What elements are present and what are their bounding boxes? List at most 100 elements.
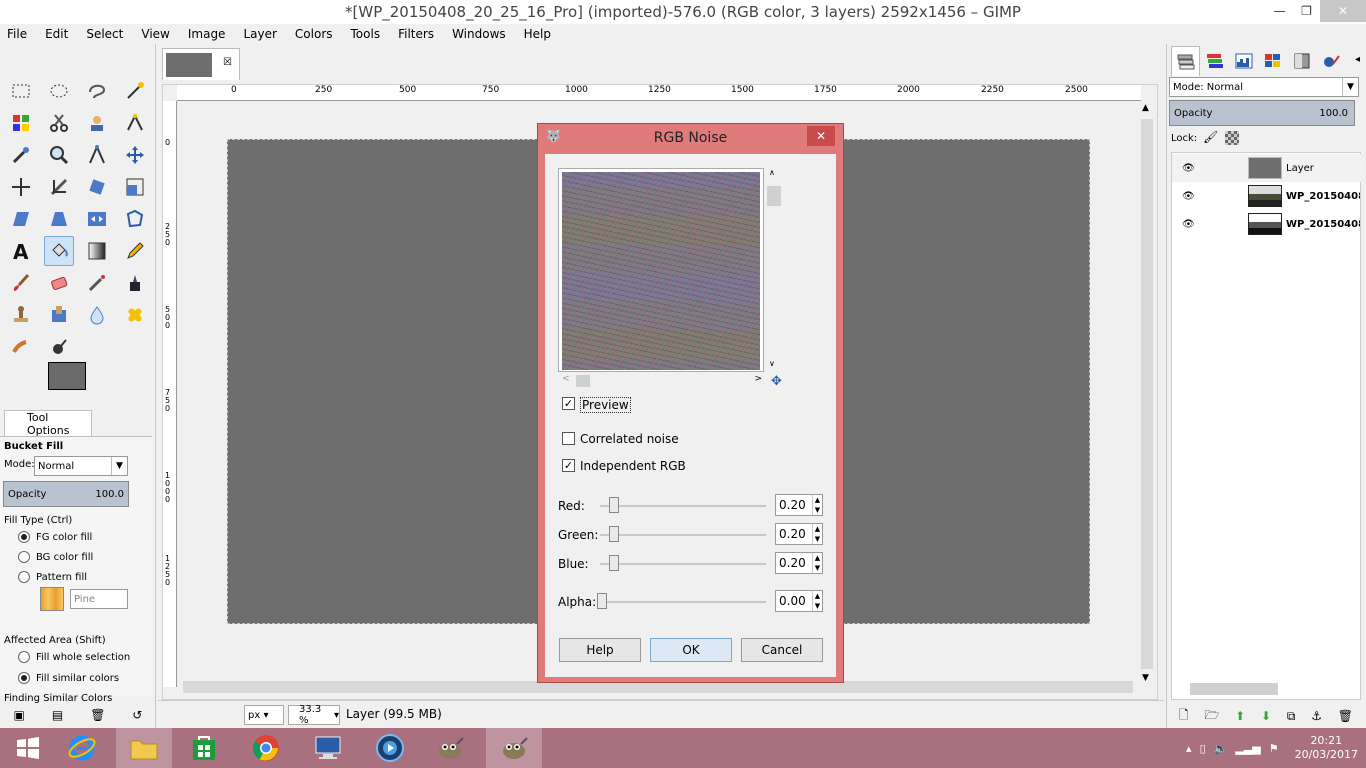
zoom-combo[interactable]: 33.3 % ▾ bbox=[288, 704, 340, 726]
correlated-noise-checkbox[interactable] bbox=[562, 432, 575, 445]
fuzzy-select-tool[interactable] bbox=[120, 76, 150, 106]
layers-hscroll[interactable] bbox=[1190, 683, 1278, 695]
vertical-ruler[interactable]: 0 250 500 750 1000 1250 bbox=[163, 101, 177, 687]
scissors-select-tool[interactable] bbox=[44, 108, 74, 138]
menu-windows[interactable]: Windows bbox=[449, 27, 509, 41]
tab-histogram[interactable] bbox=[1229, 46, 1258, 76]
maximize-button[interactable]: ❐ bbox=[1293, 0, 1320, 22]
ink-tool[interactable] bbox=[120, 268, 150, 298]
preview-area[interactable] bbox=[558, 168, 764, 372]
opacity-slider[interactable]: Opacity 100.0 bbox=[3, 481, 129, 507]
clock[interactable]: 20:21 20/03/2017 bbox=[1295, 734, 1358, 762]
taskbar-remote-desktop[interactable] bbox=[300, 728, 356, 768]
select-by-color-tool[interactable] bbox=[6, 108, 36, 138]
delete-layer-icon[interactable]: 🗑 bbox=[1338, 709, 1353, 723]
spin-arrows-icon[interactable]: ▲ ▼ bbox=[812, 553, 822, 573]
fill-fg-radio[interactable] bbox=[18, 531, 30, 543]
dialog-close-button[interactable]: ✕ bbox=[807, 126, 835, 146]
close-tab-icon[interactable]: ☒ bbox=[223, 57, 232, 68]
fg-bg-colors[interactable] bbox=[48, 362, 104, 408]
blend-tool[interactable] bbox=[82, 236, 112, 266]
mode-combo[interactable]: Normal ▼ bbox=[34, 456, 128, 476]
blur-tool[interactable] bbox=[82, 300, 112, 330]
fill-pattern-radio[interactable] bbox=[18, 571, 30, 583]
green-slider-thumb[interactable] bbox=[608, 526, 619, 542]
paintbrush-tool[interactable] bbox=[6, 268, 36, 298]
close-button[interactable]: ✕ bbox=[1320, 0, 1366, 22]
foreground-select-tool[interactable] bbox=[82, 108, 112, 138]
volume-icon[interactable]: 🔈 bbox=[1214, 742, 1228, 755]
fill-bg-radio[interactable] bbox=[18, 551, 30, 563]
free-select-tool[interactable] bbox=[82, 76, 112, 106]
horizontal-ruler[interactable]: 0 250 500 750 1000 1250 1500 1750 2000 2… bbox=[177, 85, 1141, 101]
cancel-button[interactable]: Cancel bbox=[741, 638, 823, 662]
layer-row[interactable]: 👁 WP_20150408_2 bbox=[1172, 210, 1362, 238]
ok-button[interactable]: OK bbox=[650, 638, 732, 662]
restore-options-icon[interactable]: ▤ bbox=[52, 708, 63, 722]
bucket-fill-tool[interactable] bbox=[44, 236, 74, 266]
lock-alpha-icon[interactable] bbox=[1225, 131, 1239, 145]
menu-view[interactable]: View bbox=[138, 27, 172, 41]
blue-slider-thumb[interactable] bbox=[608, 555, 619, 571]
new-layer-group-icon[interactable]: 🗁 bbox=[1204, 706, 1219, 727]
menu-file[interactable]: File bbox=[4, 27, 30, 41]
minimize-button[interactable]: — bbox=[1266, 0, 1293, 22]
align-tool[interactable] bbox=[6, 172, 36, 202]
green-spin[interactable]: 0.20 ▲ ▼ bbox=[775, 523, 823, 545]
zoom-tool[interactable] bbox=[44, 140, 74, 170]
menu-edit[interactable]: Edit bbox=[42, 27, 71, 41]
notification-flag-icon[interactable]: ⚑ bbox=[1269, 742, 1279, 755]
taskbar-file-explorer[interactable] bbox=[116, 728, 172, 768]
measure-tool[interactable] bbox=[82, 140, 112, 170]
alpha-spin[interactable]: 0.00 ▲ ▼ bbox=[775, 590, 823, 612]
paths-tool[interactable] bbox=[120, 108, 150, 138]
heal-tool[interactable] bbox=[120, 300, 150, 330]
pattern-name-field[interactable]: Pine bbox=[70, 589, 128, 609]
alpha-slider-thumb[interactable] bbox=[597, 593, 607, 609]
perspective-clone-tool[interactable] bbox=[44, 300, 74, 330]
tab-gradients[interactable] bbox=[1287, 46, 1316, 76]
reset-options-icon[interactable]: ↺ bbox=[132, 708, 142, 722]
tray-expand-icon[interactable]: ▴ bbox=[1186, 742, 1192, 755]
affected-whole-radio[interactable] bbox=[18, 651, 30, 663]
scroll-down-icon[interactable]: ▼ bbox=[1142, 673, 1149, 683]
unit-combo[interactable]: px ▾ bbox=[244, 705, 284, 725]
scroll-thumb[interactable] bbox=[576, 375, 590, 387]
red-slider[interactable] bbox=[600, 505, 766, 507]
ellipse-select-tool[interactable] bbox=[44, 76, 74, 106]
duplicate-layer-icon[interactable]: ⧉ bbox=[1287, 709, 1296, 724]
navigate-icon[interactable]: ✥ bbox=[771, 374, 782, 389]
taskbar-gimp-1[interactable] bbox=[422, 728, 478, 768]
menu-layer[interactable]: Layer bbox=[240, 27, 279, 41]
menu-help[interactable]: Help bbox=[521, 27, 554, 41]
blue-slider[interactable] bbox=[600, 563, 766, 565]
dock-menu-icon[interactable]: ◂ bbox=[1355, 54, 1360, 65]
airbrush-tool[interactable] bbox=[82, 268, 112, 298]
spin-arrows-icon[interactable]: ▲ ▼ bbox=[812, 524, 822, 544]
rect-select-tool[interactable] bbox=[6, 76, 36, 106]
tab-tool-options[interactable]: Tool Options bbox=[4, 410, 92, 437]
menu-colors[interactable]: Colors bbox=[292, 27, 336, 41]
anchor-layer-icon[interactable]: ⚓ bbox=[1311, 709, 1322, 723]
battery-icon[interactable]: ▯ bbox=[1200, 742, 1206, 755]
taskbar-store[interactable] bbox=[176, 728, 232, 768]
eye-icon[interactable]: 👁 bbox=[1182, 219, 1195, 230]
layer-row[interactable]: 👁 WP_20150408_2 bbox=[1172, 182, 1362, 210]
scroll-left-icon[interactable]: < bbox=[562, 374, 570, 384]
spin-arrows-icon[interactable]: ▲ ▼ bbox=[812, 591, 822, 611]
scroll-up-icon[interactable]: ▲ bbox=[1142, 103, 1149, 113]
move-tool[interactable] bbox=[120, 140, 150, 170]
scale-tool[interactable] bbox=[120, 172, 150, 202]
alpha-slider[interactable] bbox=[600, 601, 766, 603]
scroll-track[interactable] bbox=[1141, 119, 1153, 669]
tab-channels[interactable] bbox=[1200, 46, 1229, 76]
shear-tool[interactable] bbox=[6, 204, 36, 234]
preview-checkbox[interactable]: ✓ bbox=[562, 397, 575, 410]
delete-options-icon[interactable]: 🗑 bbox=[90, 708, 105, 722]
perspective-tool[interactable] bbox=[44, 204, 74, 234]
taskbar-gimp-2[interactable] bbox=[486, 728, 542, 768]
lower-layer-icon[interactable]: ⬇ bbox=[1261, 709, 1271, 723]
image-tab[interactable]: ☒ bbox=[162, 48, 240, 80]
color-picker-tool[interactable] bbox=[6, 140, 36, 170]
taskbar-ie[interactable] bbox=[54, 728, 110, 768]
